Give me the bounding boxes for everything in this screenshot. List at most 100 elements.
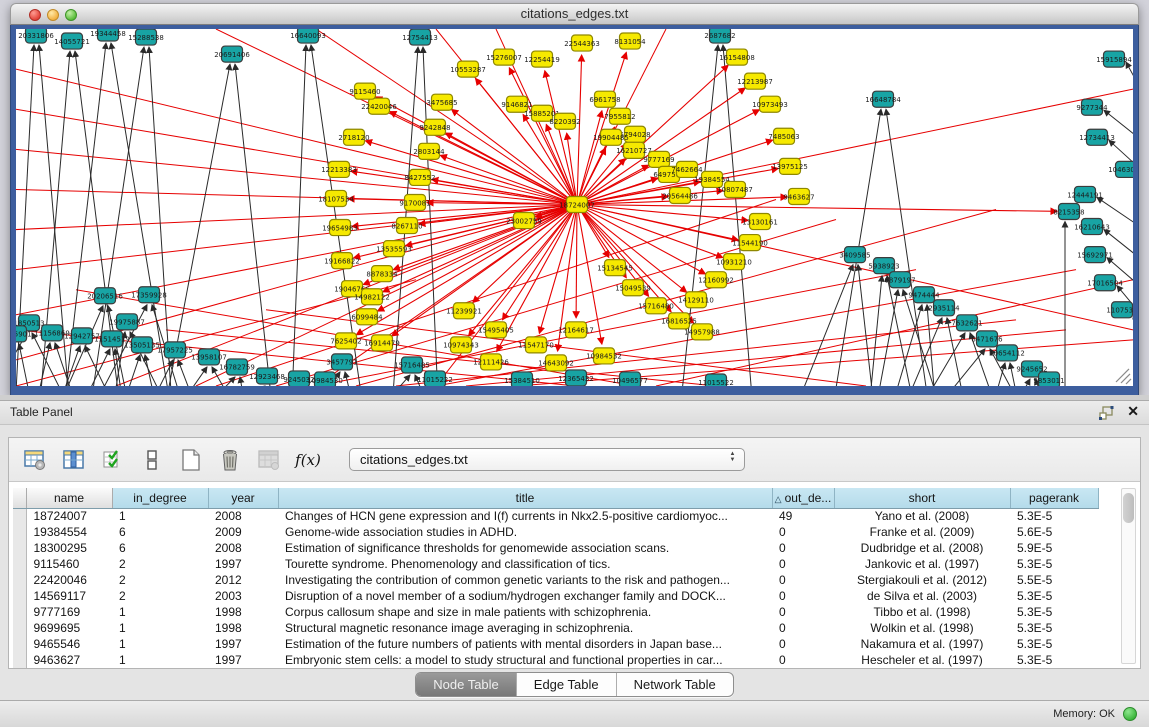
graph-node[interactable]: 12160992 bbox=[698, 272, 734, 288]
graph-node[interactable]: 10496577 bbox=[612, 372, 648, 386]
column-header-title[interactable]: title bbox=[278, 488, 772, 508]
show-column-icon[interactable] bbox=[60, 446, 88, 474]
graph-node[interactable]: 9115460 bbox=[349, 83, 380, 99]
graph-node[interactable]: 3475685 bbox=[426, 94, 457, 110]
cell-title[interactable]: Investigating the contribution of common… bbox=[278, 572, 772, 588]
graph-node[interactable]: 12213383 bbox=[321, 161, 357, 177]
cell-pagerank[interactable]: 5.9E-5 bbox=[1010, 540, 1098, 556]
graph-node[interactable]: 13975125 bbox=[772, 158, 808, 174]
graph-node[interactable]: 8220392 bbox=[549, 113, 580, 129]
cell-pagerank[interactable]: 5.3E-5 bbox=[1010, 556, 1098, 572]
graph-node[interactable]: 16640093 bbox=[290, 29, 326, 43]
graph-node[interactable]: 12254419 bbox=[524, 51, 560, 67]
cell-name[interactable]: 9463627 bbox=[26, 652, 112, 668]
graph-node[interactable]: 20691406 bbox=[214, 46, 250, 62]
cell-year[interactable]: 2009 bbox=[208, 524, 278, 540]
cell-out_de[interactable]: 0 bbox=[772, 604, 834, 620]
row-height-icon[interactable] bbox=[138, 446, 166, 474]
cell-out_de[interactable]: 0 bbox=[772, 540, 834, 556]
window-titlebar[interactable]: citations_edges.txt bbox=[10, 3, 1139, 25]
cell-title[interactable]: Disruption of a novel member of a sodium… bbox=[278, 588, 772, 604]
table-select-dropdown[interactable]: citations_edges.txt ▲▼ bbox=[349, 448, 745, 471]
graph-node[interactable]: 13958107 bbox=[191, 349, 227, 365]
vertical-scrollbar[interactable] bbox=[1121, 488, 1136, 664]
graph-node[interactable]: 12164617 bbox=[558, 322, 594, 338]
cell-short[interactable]: Hescheler et al. (1997) bbox=[834, 652, 1010, 668]
graph-node[interactable]: 12365432 bbox=[558, 370, 594, 386]
cell-out_de[interactable]: 0 bbox=[772, 556, 834, 572]
close-button[interactable] bbox=[29, 9, 41, 21]
graph-node[interactable]: 3409585 bbox=[839, 247, 870, 263]
column-header-out_de[interactable]: △out_de... bbox=[772, 488, 834, 508]
import-table-icon[interactable] bbox=[255, 446, 283, 474]
graph-node[interactable]: 12734413 bbox=[1079, 129, 1115, 145]
cell-out_de[interactable]: 0 bbox=[772, 620, 834, 636]
graph-node[interactable]: 2935114 bbox=[928, 300, 960, 316]
cell-name[interactable]: 9465546 bbox=[26, 636, 112, 652]
graph-node[interactable]: 9463627 bbox=[783, 188, 814, 204]
column-header-short[interactable]: short bbox=[834, 488, 1010, 508]
cell-out_de[interactable]: 0 bbox=[772, 572, 834, 588]
cell-pagerank[interactable]: 5.3E-5 bbox=[1010, 588, 1098, 604]
graph-node[interactable]: 10553287 bbox=[450, 61, 486, 77]
graph-node[interactable]: 1107533 bbox=[1106, 302, 1133, 318]
graph-node[interactable]: 15276007 bbox=[486, 49, 522, 65]
column-header-in_degree[interactable]: in_degree bbox=[112, 488, 208, 508]
cell-name[interactable]: 19384554 bbox=[26, 524, 112, 540]
cell-title[interactable]: Estimation of the future numbers of pati… bbox=[278, 636, 772, 652]
column-header-year[interactable]: year bbox=[208, 488, 278, 508]
cell-year[interactable]: 2003 bbox=[208, 588, 278, 604]
graph-node[interactable]: 2803144 bbox=[413, 143, 445, 159]
cell-out_de[interactable]: 0 bbox=[772, 524, 834, 540]
cell-name[interactable]: 22420046 bbox=[26, 572, 112, 588]
cell-pagerank[interactable]: 5.3E-5 bbox=[1010, 636, 1098, 652]
graph-node[interactable]: 10463043 bbox=[1108, 161, 1133, 177]
graph-node[interactable]: 12111426 bbox=[473, 354, 509, 370]
select-all-icon[interactable] bbox=[99, 446, 127, 474]
graph-node[interactable]: 8878334 bbox=[366, 266, 398, 282]
cell-name[interactable]: 18300295 bbox=[26, 540, 112, 556]
function-builder-icon[interactable]: f(x) bbox=[294, 446, 322, 474]
cell-out_de[interactable]: 0 bbox=[772, 652, 834, 668]
cell-year[interactable]: 1997 bbox=[208, 556, 278, 572]
cell-in_degree[interactable]: 1 bbox=[112, 604, 208, 620]
graph-node[interactable]: 10974343 bbox=[443, 337, 479, 353]
cell-in_degree[interactable]: 6 bbox=[112, 524, 208, 540]
graph-node[interactable]: 8427552 bbox=[404, 169, 435, 185]
network-canvas[interactable]: 1872400722420046911546027181201221338318… bbox=[16, 29, 1133, 386]
tab-network-table[interactable]: Network Table bbox=[616, 673, 733, 696]
cell-title[interactable]: Changes of HCN gene expression and I(f) … bbox=[278, 508, 772, 524]
cell-pagerank[interactable]: 5.6E-5 bbox=[1010, 524, 1098, 540]
graph-node[interactable]: 8131054 bbox=[614, 33, 646, 49]
cell-in_degree[interactable]: 1 bbox=[112, 620, 208, 636]
graph-node[interactable]: 7625402 bbox=[330, 333, 361, 349]
graph-node[interactable]: 20206516 bbox=[87, 288, 123, 304]
cell-short[interactable]: Yano et al. (2008) bbox=[834, 508, 1010, 524]
cell-name[interactable]: 18724007 bbox=[26, 508, 112, 524]
cell-year[interactable]: 1997 bbox=[208, 636, 278, 652]
graph-node[interactable]: 9277344 bbox=[1076, 99, 1108, 115]
cell-pagerank[interactable]: 5.3E-5 bbox=[1010, 620, 1098, 636]
cell-name[interactable]: 9115460 bbox=[26, 556, 112, 572]
cell-name[interactable]: 14569117 bbox=[26, 588, 112, 604]
graph-node[interactable]: 9170081 bbox=[399, 194, 430, 210]
graph-node[interactable]: 10984532 bbox=[586, 348, 622, 364]
graph-node[interactable]: 7955812 bbox=[604, 108, 635, 124]
cell-short[interactable]: Wolkin et al. (1998) bbox=[834, 620, 1010, 636]
cell-name[interactable]: 9777169 bbox=[26, 604, 112, 620]
cell-out_de[interactable]: 0 bbox=[772, 588, 834, 604]
cell-in_degree[interactable]: 6 bbox=[112, 540, 208, 556]
cell-year[interactable]: 2012 bbox=[208, 572, 278, 588]
graph-node[interactable]: 6961758 bbox=[589, 91, 620, 107]
cell-short[interactable]: Nakamura et al. (1997) bbox=[834, 636, 1010, 652]
cell-pagerank[interactable]: 5.5E-5 bbox=[1010, 572, 1098, 588]
cell-in_degree[interactable]: 2 bbox=[112, 572, 208, 588]
graph-node[interactable]: 6879197 bbox=[884, 272, 915, 288]
graph-node[interactable]: 19344458 bbox=[90, 29, 126, 41]
column-header-name[interactable]: name bbox=[26, 488, 112, 508]
cell-year[interactable]: 2008 bbox=[208, 508, 278, 524]
cell-short[interactable]: Franke et al. (2009) bbox=[834, 524, 1010, 540]
cell-title[interactable]: Structural magnetic resonance image aver… bbox=[278, 620, 772, 636]
cell-pagerank[interactable]: 5.3E-5 bbox=[1010, 604, 1098, 620]
graph-node[interactable]: 9242848 bbox=[419, 119, 450, 135]
